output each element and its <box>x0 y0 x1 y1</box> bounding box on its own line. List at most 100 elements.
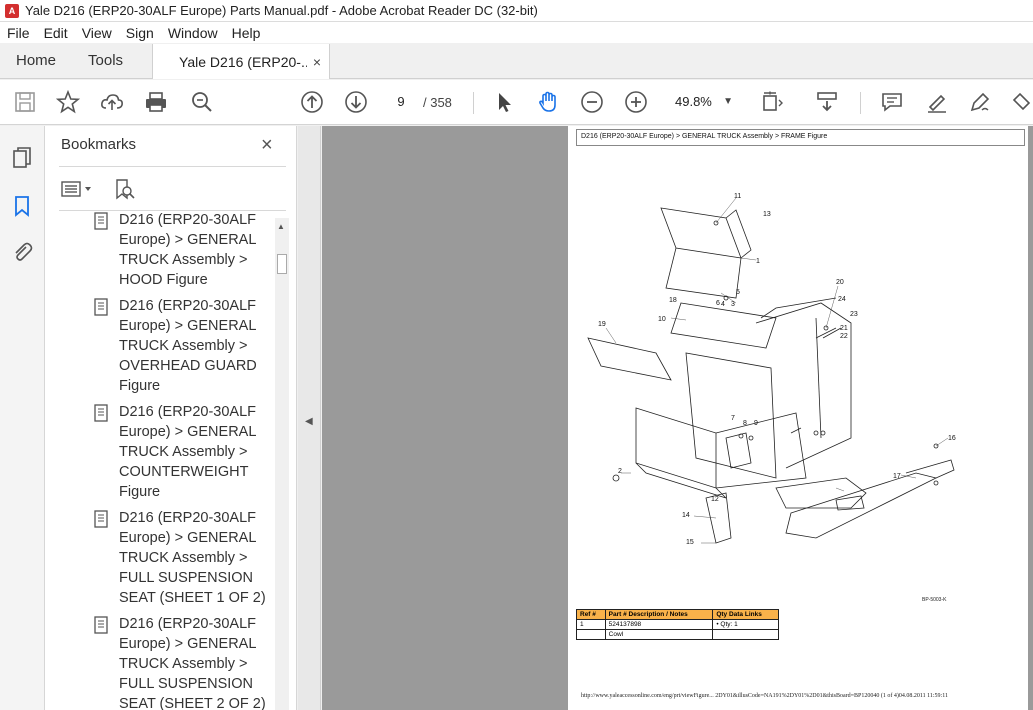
callout-label: 6 <box>716 300 720 307</box>
callout-label: 18 <box>669 297 677 304</box>
callout-label: 1 <box>756 258 760 265</box>
column-header: Ref # <box>576 609 606 620</box>
menu-sign[interactable]: Sign <box>119 25 161 41</box>
zoom-out-icon[interactable] <box>580 90 604 114</box>
scroll-up-icon[interactable]: ▲ <box>277 222 285 231</box>
chevron-down-icon: ▼ <box>723 96 733 107</box>
table-row: 1 524137898 • Qty: 1 <box>576 619 779 630</box>
callout-label: 15 <box>686 539 694 546</box>
menu-window[interactable]: Window <box>161 25 225 41</box>
zoom-level-select[interactable]: 49.8% ▼ <box>667 91 741 113</box>
window-title: Yale D216 (ERP20-30ALF Europe) Parts Man… <box>25 3 538 18</box>
highlight-pen-icon[interactable] <box>925 90 949 114</box>
bookmark-label: D216 (ERP20-30ALF Europe) > GENERAL TRUC… <box>119 510 266 606</box>
hand-tool-icon[interactable] <box>536 90 560 114</box>
zoom-level-value: 49.8% <box>675 94 712 109</box>
callout-label: 21 <box>840 325 848 332</box>
fit-page-icon[interactable] <box>760 90 784 114</box>
tab-bar: Home Tools Yale D216 (ERP20-... × <box>0 43 1033 79</box>
find-zoom-icon[interactable] <box>190 90 214 114</box>
callout-label: 16 <box>948 435 956 442</box>
callout-label: 11 <box>734 193 741 200</box>
tab-tools[interactable]: Tools <box>72 43 139 78</box>
tab-home[interactable]: Home <box>0 43 72 78</box>
callout-label: 24 <box>838 296 846 303</box>
menu-edit[interactable]: Edit <box>37 25 75 41</box>
options-menu-icon[interactable] <box>61 178 95 200</box>
menu-file[interactable]: File <box>0 25 37 41</box>
bookmark-label: D216 (ERP20-30ALF Europe) > GENERAL TRUC… <box>119 404 257 500</box>
bookmarks-panel: Bookmarks × D216 (ERP20-30ALF Europe) > … <box>45 126 297 710</box>
scroll-mode-icon[interactable] <box>815 90 839 114</box>
bookmark-tools <box>61 178 136 205</box>
toolbar-divider <box>473 92 474 114</box>
callout-label: 4 <box>721 301 725 308</box>
bookmarks-scrollbar[interactable]: ▲ <box>275 218 289 710</box>
menu-help[interactable]: Help <box>225 25 268 41</box>
select-cursor-icon[interactable] <box>492 90 516 114</box>
menu-bar: File Edit View Sign Window Help <box>0 22 1033 43</box>
tab-document[interactable]: Yale D216 (ERP20-... × <box>152 44 331 79</box>
callout-label: 3 <box>731 301 735 308</box>
attachments-paperclip-icon[interactable] <box>10 240 34 264</box>
bookmark-page-icon <box>93 212 111 230</box>
scrollbar-thumb[interactable] <box>277 254 287 274</box>
bookmark-label: D216 (ERP20-30ALF Europe) > GENERAL TRUC… <box>119 212 257 288</box>
bookmark-page-icon <box>93 616 111 634</box>
pdf-breadcrumb: D216 (ERP20-30ALF Europe) > GENERAL TRUC… <box>576 129 1025 146</box>
table-header-row: Ref # Part # Description / Notes Qty Dat… <box>576 609 779 620</box>
page-down-icon[interactable] <box>344 90 368 114</box>
close-tab-icon[interactable]: × <box>313 54 321 70</box>
collapse-arrow-icon[interactable]: ◀ <box>305 416 313 427</box>
page-number-input[interactable]: 9 <box>385 90 417 114</box>
callout-label: 5 <box>736 289 740 296</box>
callout-label: 7 <box>731 415 735 422</box>
callout-label: 2 <box>618 468 622 475</box>
save-icon[interactable] <box>13 90 37 114</box>
figure-code: BP-5003-K <box>922 597 947 603</box>
fill-sign-icon[interactable] <box>1011 90 1033 114</box>
callout-label: 20 <box>836 279 844 286</box>
bookmark-page-icon <box>93 298 111 316</box>
table-row: Cowl <box>576 629 779 640</box>
panel-collapse-strip[interactable]: ◀ <box>298 126 321 710</box>
callout-label: 17 <box>893 473 901 480</box>
callout-label: 9 <box>754 420 758 427</box>
callout-label: 10 <box>658 316 666 323</box>
bookmark-label: D216 (ERP20-30ALF Europe) > GENERAL TRUC… <box>119 616 266 710</box>
table-cell: 1 <box>576 619 606 630</box>
table-cell <box>712 629 779 640</box>
pdf-footer-url: http://www.yaleaccessonline.com/eng/prt/… <box>581 693 949 699</box>
callout-label: 23 <box>850 311 858 318</box>
bookmark-page-icon <box>93 510 111 528</box>
page-thumbnails-icon[interactable] <box>10 146 34 170</box>
zoom-in-icon[interactable] <box>624 90 648 114</box>
left-navigation-rail <box>0 126 45 710</box>
upload-cloud-icon[interactable] <box>100 90 124 114</box>
table-cell <box>576 629 606 640</box>
comment-icon[interactable] <box>880 90 904 114</box>
callout-label: 22 <box>840 333 848 340</box>
close-panel-icon[interactable]: × <box>261 134 273 157</box>
callout-label: 8 <box>743 420 747 427</box>
bookmark-star-icon[interactable] <box>55 89 81 114</box>
column-header: Part # Description / Notes <box>604 609 714 620</box>
bookmark-page-icon <box>93 404 111 422</box>
menu-view[interactable]: View <box>75 25 119 41</box>
divider <box>59 166 286 167</box>
print-icon[interactable] <box>144 90 168 114</box>
frame-exploded-diagram: 1 2 3 4 5 6 7 8 9 10 11 12 13 14 15 16 1… <box>587 193 956 546</box>
page-up-icon[interactable] <box>300 90 324 114</box>
find-bookmark-icon[interactable] <box>113 178 136 200</box>
draw-sign-icon[interactable] <box>968 90 992 114</box>
callout-label: 12 <box>711 496 719 503</box>
bookmarks-panel-icon[interactable] <box>10 194 34 218</box>
toolbar-divider <box>860 92 861 114</box>
table-cell: 524137898 <box>604 619 714 630</box>
bookmark-label: D216 (ERP20-30ALF Europe) > GENERAL TRUC… <box>119 298 257 394</box>
acrobat-app-icon: A <box>5 3 19 18</box>
callout-label: 19 <box>598 321 606 328</box>
column-header: Qty Data Links <box>712 609 779 620</box>
parts-table: Ref # Part # Description / Notes Qty Dat… <box>576 609 779 640</box>
document-tab-label: Yale D216 (ERP20-... <box>179 53 307 70</box>
